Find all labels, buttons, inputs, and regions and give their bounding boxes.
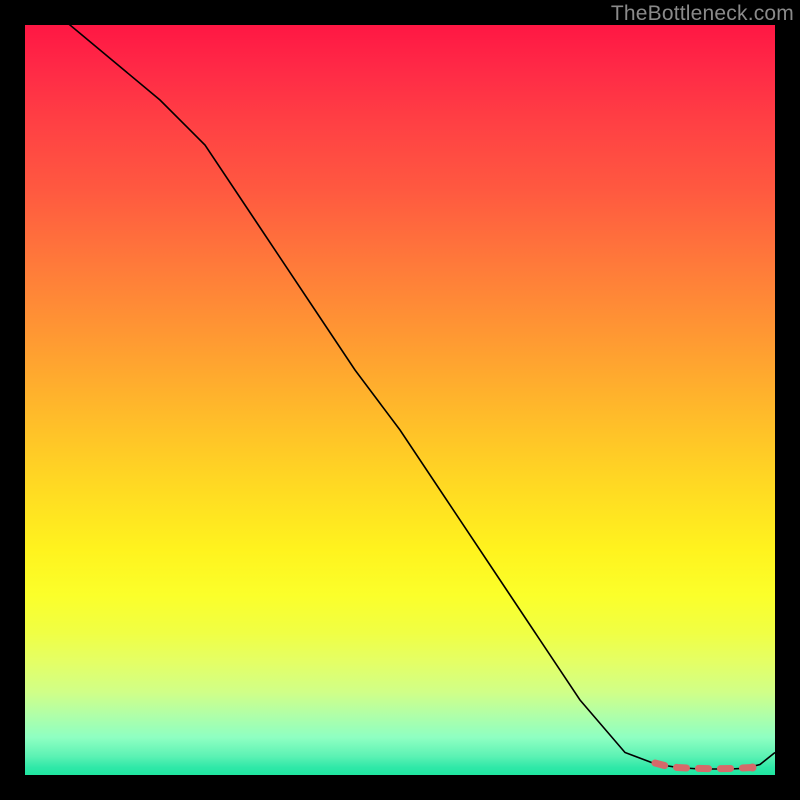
watermark-text: TheBottleneck.com	[611, 2, 794, 26]
optimal-point-marker	[749, 764, 757, 772]
bottleneck-curve	[25, 0, 775, 769]
plot-svg	[25, 25, 775, 775]
plot-area	[25, 25, 775, 775]
chart-frame: TheBottleneck.com	[0, 0, 800, 800]
